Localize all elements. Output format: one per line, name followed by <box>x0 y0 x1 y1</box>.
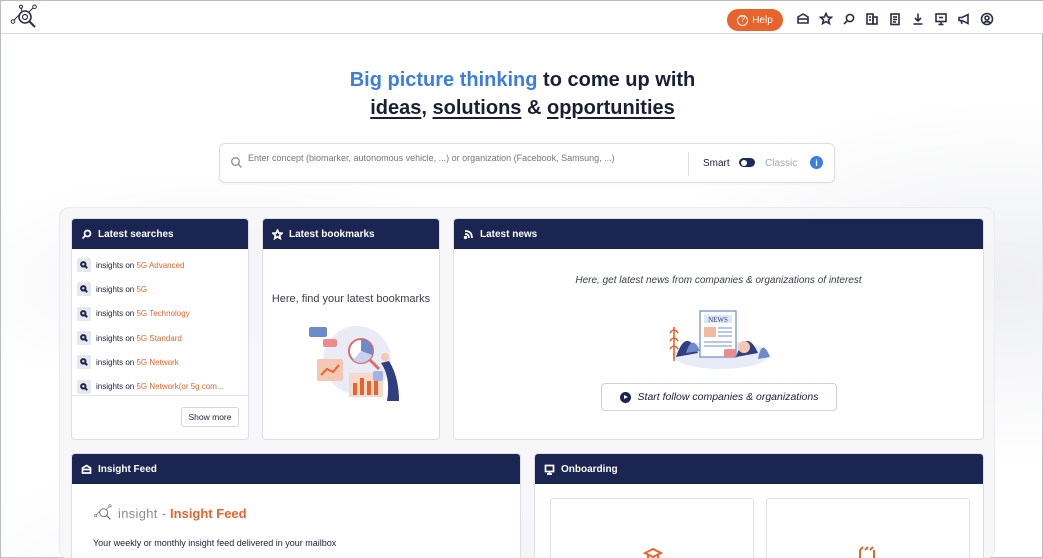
mode-classic-label[interactable]: Classic <box>765 158 797 169</box>
latest-searches-title: Latest searches <box>98 228 174 240</box>
top-toolbar <box>791 9 998 29</box>
presentation-icon[interactable] <box>929 9 952 29</box>
insight-brand-text: insight <box>118 505 158 521</box>
search-item-term[interactable]: 5G Technology <box>136 309 189 318</box>
folder-open-icon[interactable] <box>791 9 814 29</box>
insight-feed-card: Insight Feed insight - Insight Feed Your… <box>71 453 521 558</box>
news-empty-text: Here, get latest news from companies & o… <box>575 275 862 286</box>
app-logo[interactable] <box>9 4 39 31</box>
latest-searches-header: Latest searches <box>72 219 248 249</box>
insight-feed-logo: insight - Insight Feed <box>92 504 247 522</box>
search-history-item[interactable]: insights on 5G Technology <box>77 302 243 326</box>
insight-feed-name: Insight Feed <box>170 505 247 521</box>
search-icon <box>77 258 91 273</box>
presentation-icon <box>544 464 555 475</box>
search-icon <box>77 331 91 346</box>
search-icon <box>77 379 91 394</box>
follow-companies-label: Start follow companies & organizations <box>637 391 819 403</box>
search-item-prefix: insights on <box>96 333 137 343</box>
search-divider <box>688 152 689 176</box>
bookmarks-illustration <box>309 326 399 401</box>
question-icon: ? <box>737 14 749 26</box>
ideas-link[interactable]: ideas <box>370 97 421 119</box>
latest-searches-list: insights on 5G Advanced insights on 5G i… <box>72 249 248 399</box>
news-illustration: NEWS <box>669 310 770 369</box>
help-label: Help <box>752 14 773 26</box>
rss-icon <box>463 229 473 239</box>
search-icon <box>77 306 91 321</box>
search-history-item[interactable]: insights on 5G <box>77 277 243 301</box>
search-item-term[interactable]: 5G Standard <box>136 334 181 343</box>
hero-highlight: Big picture thinking <box>349 69 538 91</box>
hero-amp: & <box>521 97 547 119</box>
latest-bookmarks-card: Latest bookmarks Here, find your latest … <box>262 218 440 440</box>
building-icon[interactable] <box>860 9 883 29</box>
graduation-cap-icon <box>643 547 663 558</box>
search-item-term[interactable]: 5G Network <box>136 358 178 367</box>
play-icon <box>619 391 631 403</box>
latest-news-header: Latest news <box>454 219 983 249</box>
latest-searches-card: Latest searches insights on 5G Advanced … <box>71 218 249 440</box>
search-icon <box>77 355 91 370</box>
info-icon[interactable]: i <box>810 156 823 169</box>
folder-icon <box>81 463 92 474</box>
search-mode-toggle[interactable] <box>739 158 755 167</box>
clipboard-icon[interactable] <box>883 9 906 29</box>
show-more-button[interactable]: Show more <box>181 407 239 427</box>
bookmarks-empty-text: Here, find your latest bookmarks <box>271 293 431 305</box>
onboarding-title: Onboarding <box>561 463 618 475</box>
search-item-prefix: insights on <box>96 382 137 392</box>
hero-line1-rest: to come up with <box>537 69 696 91</box>
search-icon[interactable] <box>837 9 860 29</box>
insight-feed-description: Your weekly or monthly insight feed deli… <box>93 538 337 548</box>
search-item-prefix: insights on <box>96 309 137 319</box>
latest-bookmarks-header: Latest bookmarks <box>263 219 439 249</box>
hero-headline: Big picture thinking to come up with <box>1 67 1043 93</box>
dashboard-panel: Latest searches insights on 5G Advanced … <box>59 207 995 558</box>
search-history-item[interactable]: insights on 5G Standard <box>77 326 243 350</box>
search-history-item[interactable]: insights on 5G Network <box>77 350 243 374</box>
search-history-item[interactable]: insights on 5G Advanced <box>77 253 243 277</box>
search-icon <box>231 157 242 168</box>
insight-logo-icon <box>94 504 112 520</box>
user-circle-icon[interactable] <box>975 9 998 29</box>
latest-bookmarks-title: Latest bookmarks <box>289 228 375 240</box>
download-icon[interactable] <box>906 9 929 29</box>
star-icon[interactable] <box>814 9 837 29</box>
search-item-term[interactable]: 5G Network(or 5g com... <box>136 382 223 391</box>
search-item-prefix: insights on <box>96 357 137 367</box>
clapperboard-icon <box>859 546 875 558</box>
top-bar: ? Help <box>1 1 1043 34</box>
main-search-bar: Smart Classic i <box>219 143 835 183</box>
card-divider <box>72 395 248 396</box>
hero-comma: , <box>421 97 433 119</box>
onboarding-tutorial-tile[interactable] <box>550 498 754 558</box>
onboarding-card: Onboarding <box>534 453 984 558</box>
hero-subline: ideas, solutions & opportunities <box>1 95 1043 121</box>
search-item-term[interactable]: 5G <box>136 285 147 294</box>
megaphone-icon[interactable] <box>952 9 975 29</box>
search-item-term[interactable]: 5G Advanced <box>136 261 184 270</box>
insight-brand-separator: - <box>161 505 167 521</box>
latest-news-card: Latest news Here, get latest news from c… <box>453 218 984 440</box>
onboarding-header: Onboarding <box>535 454 983 484</box>
opportunities-link[interactable]: opportunities <box>547 97 675 119</box>
search-input[interactable] <box>248 152 628 180</box>
insight-feed-title: Insight Feed <box>98 463 157 475</box>
solutions-link[interactable]: solutions <box>433 97 522 119</box>
search-history-icon <box>81 229 92 239</box>
svg-text:NEWS: NEWS <box>708 316 728 324</box>
follow-companies-button[interactable]: Start follow companies & organizations <box>601 383 837 411</box>
latest-news-title: Latest news <box>480 228 538 240</box>
insight-feed-header: Insight Feed <box>72 454 520 484</box>
mode-smart-label[interactable]: Smart <box>703 158 730 169</box>
search-item-prefix: insights on <box>96 260 137 270</box>
star-icon <box>272 228 283 240</box>
onboarding-video-tile[interactable] <box>766 498 970 558</box>
help-button[interactable]: ? Help <box>727 9 783 31</box>
search-icon <box>77 282 91 297</box>
hero-section: Big picture thinking to come up with ide… <box>1 67 1043 121</box>
search-item-prefix: insights on <box>96 284 137 294</box>
